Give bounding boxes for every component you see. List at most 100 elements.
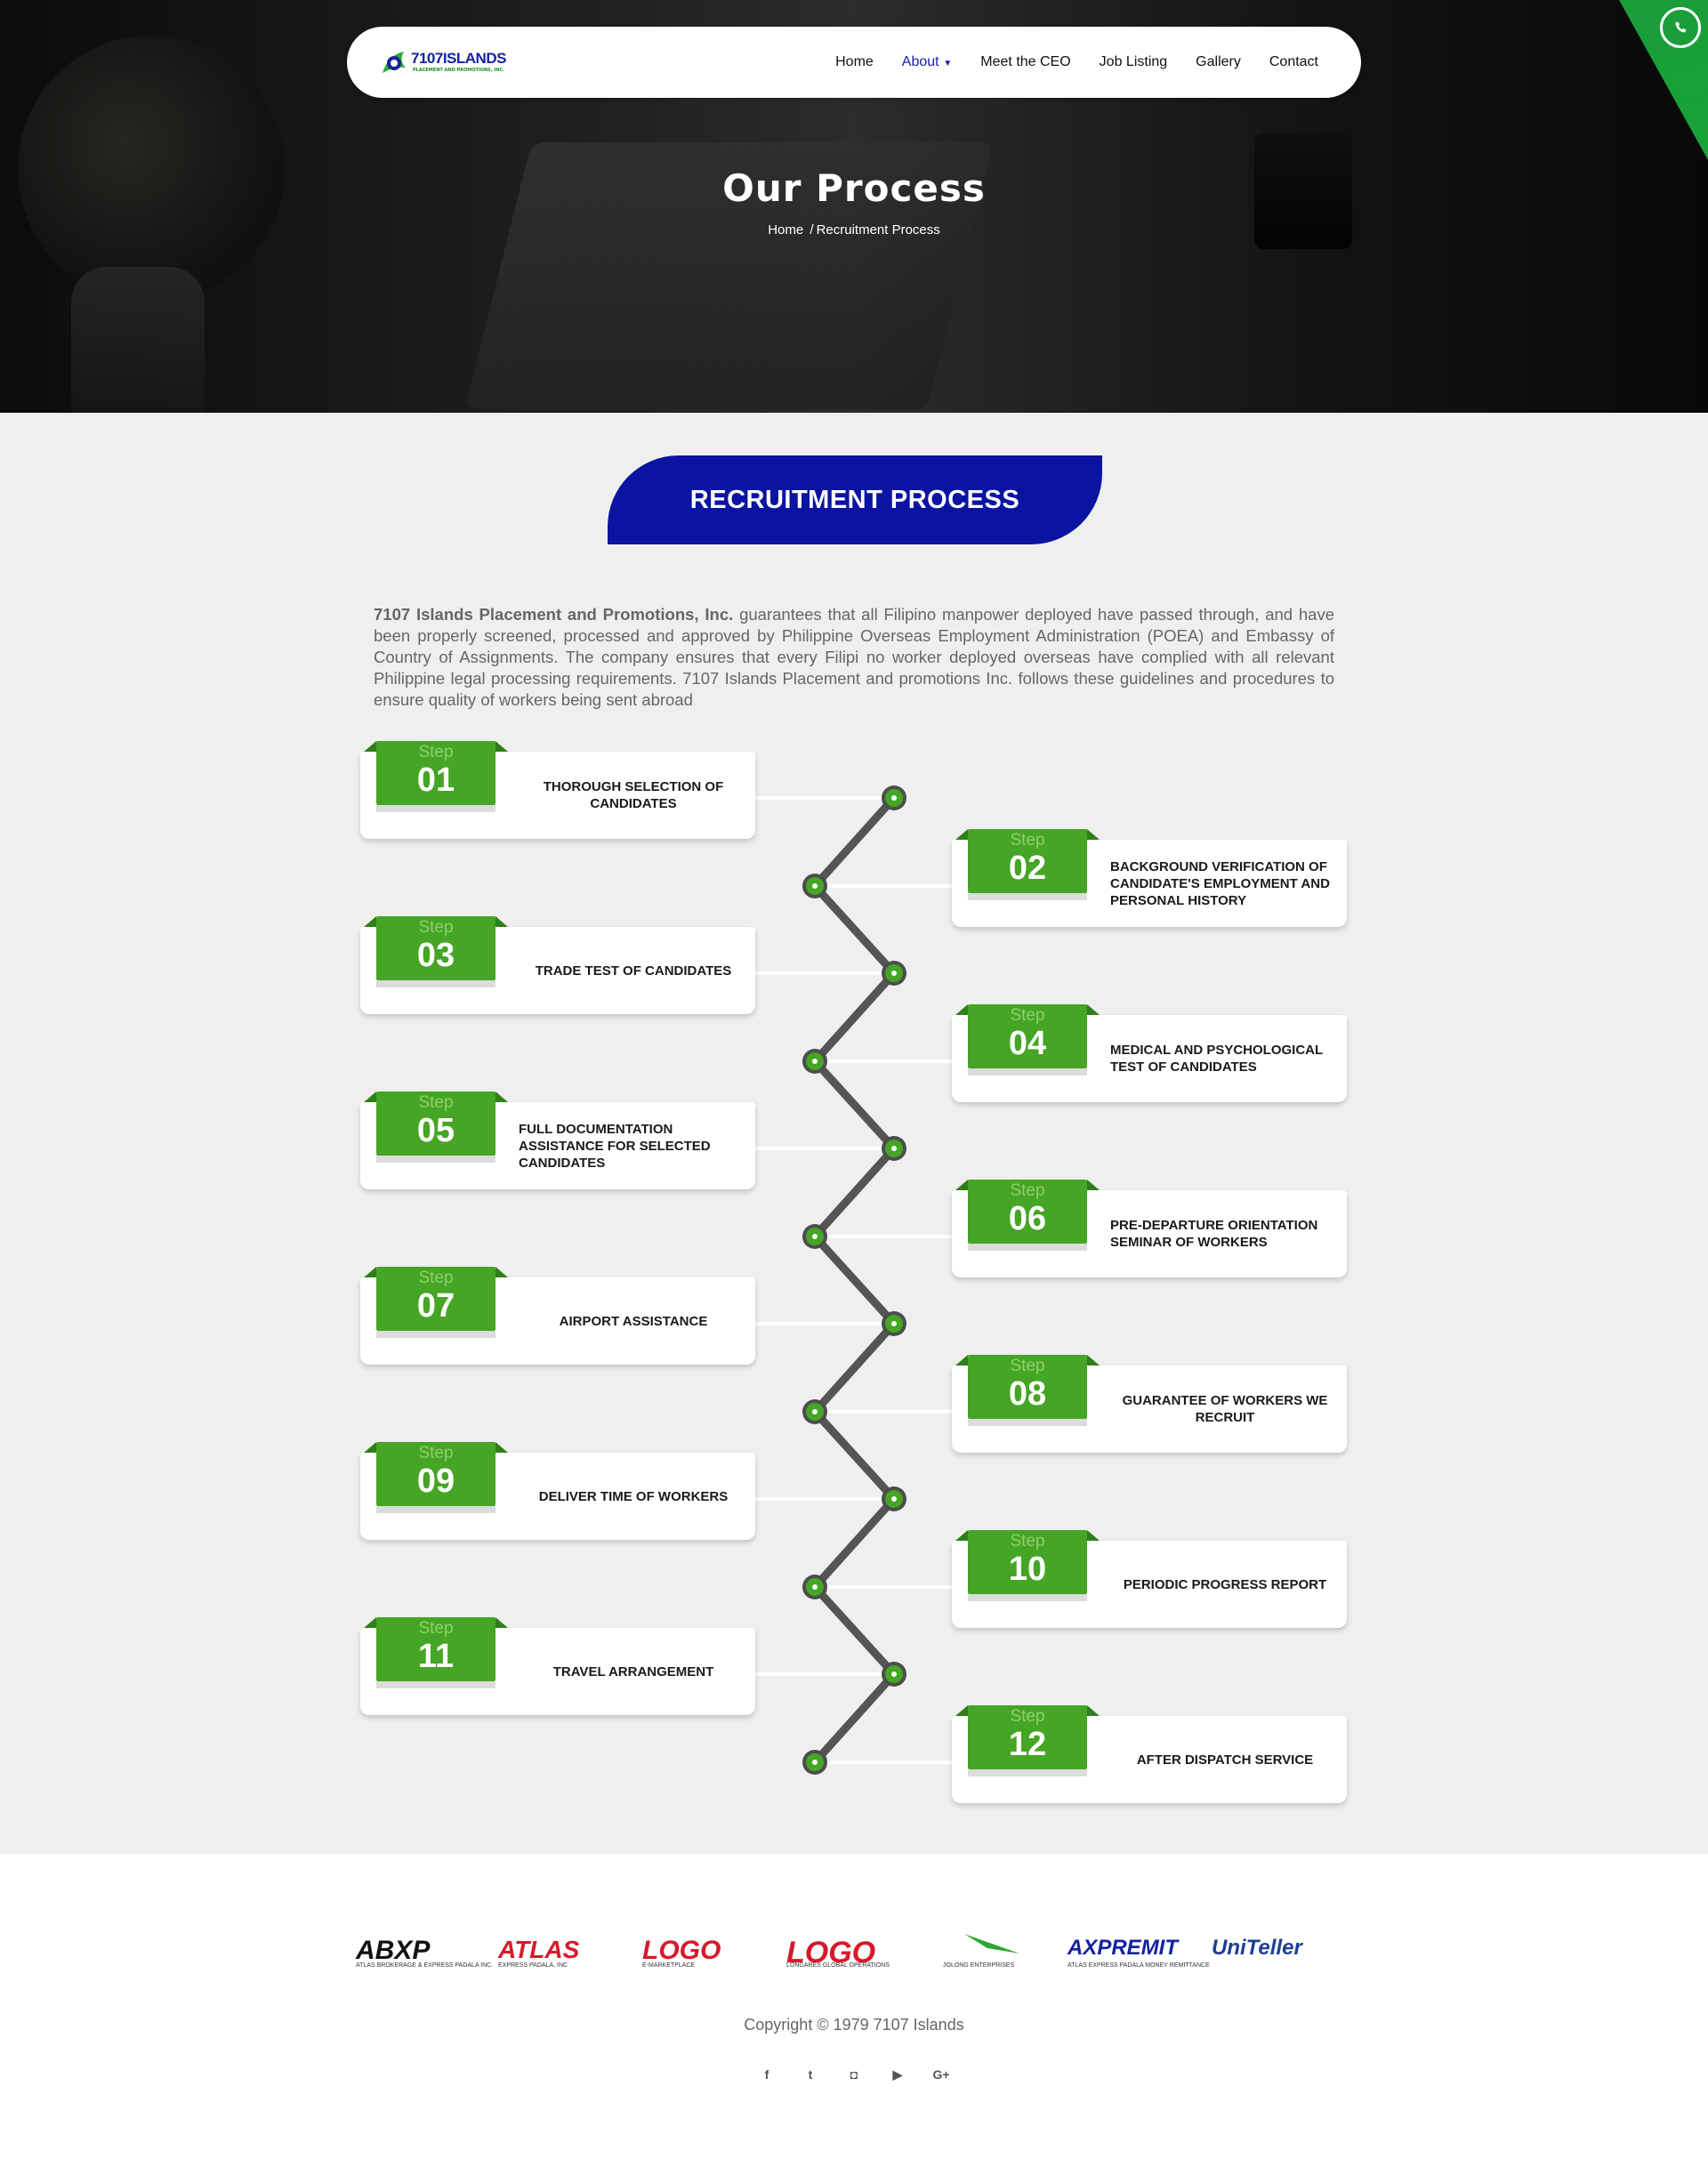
step-word: Step [418, 1269, 454, 1287]
timeline-node-dot [812, 1760, 818, 1765]
step-number: 12 [1008, 1726, 1047, 1763]
step-word: Step [1010, 1181, 1045, 1200]
step-title: Guarantee of workers we recruit [1122, 1393, 1328, 1425]
nav-about[interactable]: About ▼ [902, 54, 953, 70]
badge-shadow [376, 1681, 495, 1688]
timeline-zigzag-line [810, 794, 898, 1766]
timeline-node-dot [891, 1146, 897, 1151]
twitter-icon[interactable]: t [800, 2064, 821, 2085]
badge-fold-right [495, 1442, 508, 1453]
step-title: Full documentation assistance for select… [519, 1121, 711, 1171]
step-number: 03 [416, 937, 455, 974]
partner-logo-3[interactable]: LOGO E-MARKETPLACE [642, 1927, 758, 1980]
partner-logo-7[interactable]: UniTeller [1212, 1927, 1327, 1980]
badge-fold-right [1087, 1355, 1100, 1365]
timeline-node-dot [812, 1059, 818, 1064]
step-badge: Step 11 [364, 1617, 508, 1688]
step-number: 06 [1008, 1200, 1047, 1237]
badge-fold-left [364, 1442, 376, 1453]
timeline-node-dot [812, 1234, 818, 1239]
step-word: Step [1010, 1532, 1045, 1551]
badge-shadow [968, 1244, 1087, 1251]
nav-contact[interactable]: Contact [1269, 54, 1318, 70]
badge-shadow [968, 1769, 1087, 1776]
logo[interactable]: 7107ISLANDS PLACEMENT AND PROMOTIONS, IN… [379, 48, 521, 78]
badge-fold-right [1087, 1530, 1100, 1541]
social-links: f t ◘ ▶ G+ [756, 2064, 952, 2085]
step-card-06: Step 06 Pre-departure orientation seminar … [952, 1180, 1347, 1277]
breadcrumb-home[interactable]: Home [768, 222, 803, 238]
step-title: Airport Assistance [559, 1313, 708, 1329]
partner-logo-2[interactable]: ATLAS EXPRESS PADALA, INC [498, 1927, 614, 1980]
step-title: After dispatch service [1136, 1752, 1314, 1768]
nav-job-listing[interactable]: Job Listing [1100, 54, 1168, 70]
step-badge: Step 10 [955, 1530, 1100, 1601]
nav-home[interactable]: Home [835, 54, 874, 70]
google-plus-icon[interactable]: G+ [931, 2064, 952, 2085]
partner-logo-5[interactable]: JOLONG ENTERPRISES [943, 1927, 1059, 1980]
step-word: Step [418, 743, 454, 761]
step-word: Step [418, 918, 454, 937]
step-badge: Step 05 [364, 1092, 508, 1163]
step-number: 11 [417, 1638, 455, 1675]
partner-name: UniTeller [1212, 1936, 1302, 1960]
badge-fold-left [364, 741, 376, 752]
timeline-node-dot [891, 795, 897, 801]
badge-fold-right [495, 1267, 508, 1277]
step-badge: Step 02 [955, 829, 1100, 900]
partner-subtext: EXPRESS PADALA, INC [498, 1962, 568, 1969]
whatsapp-button[interactable] [1619, 0, 1708, 160]
timeline-node-dot [891, 1496, 897, 1502]
partner-logo-6[interactable]: AXPREMIT ATLAS EXPRESS PADALA MONEY REMIT… [1068, 1927, 1210, 1980]
nav-about-label: About [901, 54, 939, 69]
timeline-node-dot [891, 1672, 897, 1677]
partner-logo-4[interactable]: LOGO LONGARES GLOBAL OPERATIONS [786, 1927, 902, 1980]
partner-subtext: E-MARKETPLACE [642, 1962, 696, 1969]
step-badge: Step 03 [364, 916, 508, 987]
breadcrumb: Home / Recruitment Process [0, 222, 1708, 238]
partner-subtext: JOLONG ENTERPRISES [943, 1962, 1015, 1969]
step-card-12: Step 12 After dispatch service [952, 1705, 1347, 1803]
badge-fold-left [955, 829, 968, 840]
step-number: 10 [1008, 1551, 1047, 1588]
vase-photo-decoration [71, 267, 205, 413]
step-card-02: Step 02 Background verification of candida… [952, 829, 1347, 927]
badge-fold-left [955, 1355, 968, 1365]
partner-subtext: ATLAS EXPRESS PADALA MONEY REMITTANCE [1068, 1962, 1210, 1969]
step-badge: Step 12 [955, 1705, 1100, 1776]
step-number: 07 [416, 1287, 455, 1325]
step-number: 09 [416, 1462, 455, 1500]
partner-subtext: ATLAS BROKERAGE & EXPRESS PADALA INC. [356, 1962, 494, 1969]
facebook-icon[interactable]: f [756, 2064, 777, 2085]
step-card-01: Step 01 Thorough selection of candidates [360, 741, 755, 839]
step-word: Step [418, 1444, 454, 1462]
breadcrumb-separator: / [810, 222, 814, 238]
nav-meet-the-ceo[interactable]: Meet the CEO [980, 54, 1070, 70]
badge-fold-left [955, 1705, 968, 1716]
step-card-04: Step 04 Medical and psychological test of … [952, 1004, 1347, 1102]
copyright-text: Copyright © 1979 7107 Islands [744, 2016, 964, 2034]
step-number: 05 [416, 1112, 455, 1149]
logo-emblem-icon [383, 52, 406, 73]
step-title: Periodic progress report [1123, 1576, 1327, 1592]
badge-shadow [376, 1156, 495, 1163]
step-word: Step [418, 1619, 454, 1638]
badge-shadow [968, 1594, 1087, 1601]
badge-shadow [968, 1419, 1087, 1426]
badge-fold-right [1087, 1004, 1100, 1015]
badge-shadow [968, 893, 1087, 900]
step-word: Step [1010, 1707, 1045, 1726]
page-title: Our Process [722, 166, 986, 210]
step-word: Step [1010, 831, 1045, 850]
partner-logo-1[interactable]: ABXP ATLAS BROKERAGE & EXPRESS PADALA INC… [356, 1927, 493, 1980]
nav-gallery[interactable]: Gallery [1196, 54, 1241, 70]
youtube-icon[interactable]: ▶ [887, 2064, 908, 2085]
badge-fold-left [955, 1180, 968, 1190]
step-card-05: Step 05 Full documentation assistance for … [360, 1092, 755, 1189]
instagram-icon[interactable]: ◘ [843, 2064, 865, 2085]
timeline-node-dot [812, 1409, 818, 1414]
step-card-08: Step 08 Guarantee of workers we recruit [952, 1355, 1347, 1453]
step-title: Medical and psychological test of candid… [1110, 1043, 1323, 1075]
step-number: 08 [1008, 1375, 1047, 1413]
timeline-node-dot [891, 1321, 897, 1326]
